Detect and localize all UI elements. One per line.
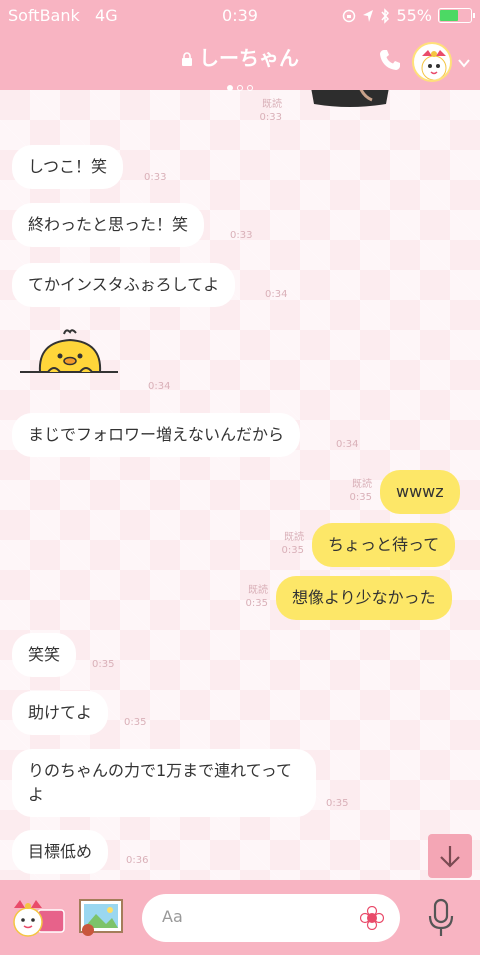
message-row: りのちゃんの力で1万まで連れてってよ (12, 749, 316, 817)
read-receipt: 既読 0:33 (246, 98, 282, 124)
message-row: てかインスタふぉろしてよ (12, 263, 236, 307)
arrow-down-icon (440, 846, 460, 868)
message-row: 笑笑 (12, 633, 77, 677)
page-dot (227, 85, 233, 91)
message-bubble[interactable]: 目標低め (12, 830, 109, 874)
message-time: 0:34 (148, 381, 171, 392)
chat-header: SoftBank 4G 0:39 55% しーちゃん (0, 0, 480, 91)
status-indicators: 55% (342, 6, 475, 25)
message-bubble[interactable]: ちょっと待って (312, 523, 456, 567)
read-label: 既読 (262, 99, 282, 110)
orientation-lock-icon (343, 9, 356, 22)
message-row: しつこ！笑 (12, 145, 124, 189)
page-indicator (0, 76, 480, 95)
chevron-down-icon[interactable] (458, 58, 470, 68)
location-icon (363, 9, 374, 22)
microphone-icon[interactable] (426, 896, 456, 940)
message-time: 0:35 (245, 598, 268, 609)
message-bubble[interactable]: 笑笑 (12, 633, 77, 677)
message-bubble[interactable]: 助けてよ (12, 691, 109, 735)
page-dot (237, 85, 243, 91)
title-row[interactable]: しーちゃん (0, 40, 480, 74)
message-time: 0:35 (92, 659, 115, 670)
chat-area[interactable]: 既読 0:33 しつこ！笑 0:33 終わったと思った！笑 0:33 てかインス… (0, 90, 480, 880)
message-bubble[interactable]: 想像より少なかった (276, 576, 452, 620)
message-row: 想像より少なかった (276, 576, 452, 620)
message-row: 助けてよ (12, 691, 109, 735)
message-row: 終わったと思った！笑 (12, 203, 205, 247)
page-dot (247, 85, 253, 91)
status-bar: SoftBank 4G 0:39 55% (0, 0, 480, 34)
read-receipt: 既読 0:35 (226, 584, 268, 610)
read-label: 既読 (248, 585, 268, 596)
chat-title[interactable]: しーちゃん (0, 42, 480, 71)
message-time: 0:36 (126, 855, 149, 866)
battery-percent: 55% (396, 6, 432, 25)
message-bubble[interactable]: りのちゃんの力で1万まで連れてってよ (12, 749, 316, 817)
photo-icon[interactable] (76, 896, 124, 936)
lock-icon (182, 52, 192, 66)
message-time: 0:33 (259, 112, 282, 123)
message-bubble[interactable]: 終わったと思った！笑 (12, 203, 205, 247)
message-row: ちょっと待って (312, 523, 456, 567)
message-bubble[interactable]: てかインスタふぉろしてよ (12, 263, 236, 307)
message-time: 0:33 (144, 172, 167, 183)
message-row: 目標低め (12, 830, 109, 874)
message-input[interactable]: Aa (142, 894, 400, 942)
message-row: まじでフォロワー増えないんだから (12, 413, 301, 457)
emoji-icon[interactable] (360, 906, 384, 930)
battery-level (440, 10, 458, 21)
message-time: 0:35 (124, 717, 147, 728)
message-time: 0:35 (281, 545, 304, 556)
read-receipt: 既読 0:35 (262, 531, 304, 557)
read-label: 既読 (284, 532, 304, 543)
read-label: 既読 (352, 479, 372, 490)
message-time: 0:33 (230, 230, 253, 241)
bluetooth-icon (381, 7, 390, 24)
battery-icon (438, 8, 475, 23)
sticker-icon[interactable] (8, 896, 70, 942)
message-time: 0:35 (349, 492, 372, 503)
avatar[interactable] (412, 42, 452, 82)
input-bar: Aa (0, 880, 480, 955)
input-placeholder: Aa (162, 907, 183, 926)
chick-sticker[interactable] (18, 328, 122, 388)
message-bubble[interactable]: しつこ！笑 (12, 145, 124, 189)
scroll-to-bottom-button[interactable] (428, 834, 472, 878)
message-bubble[interactable]: wwwz (380, 470, 460, 514)
message-time: 0:34 (336, 439, 359, 450)
phone-icon[interactable] (378, 48, 402, 72)
contact-name: しーちゃん (199, 46, 299, 70)
message-row: wwwz (380, 470, 460, 514)
message-bubble[interactable]: まじでフォロワー増えないんだから (12, 413, 301, 457)
message-time: 0:35 (326, 798, 349, 809)
message-time: 0:34 (265, 289, 288, 300)
read-receipt: 既読 0:35 (330, 478, 372, 504)
